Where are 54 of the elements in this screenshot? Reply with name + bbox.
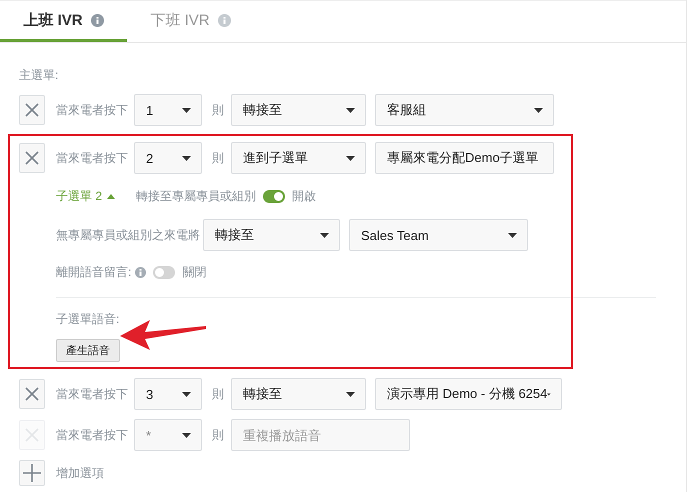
press-label: 當來電者按下: [56, 102, 129, 118]
remove-button[interactable]: [19, 95, 45, 125]
target-select[interactable]: 演示專用 Demo - 分機 6254: [375, 378, 562, 410]
press-label: 當來電者按下: [56, 386, 129, 402]
remove-button[interactable]: [19, 143, 45, 173]
close-icon: [25, 151, 39, 165]
press-label: 當來電者按下: [56, 150, 129, 166]
then-label: 則: [212, 150, 225, 166]
close-icon: [25, 103, 39, 117]
fallback-action-select[interactable]: 轉接至: [203, 219, 340, 251]
caret-icon: [182, 432, 191, 438]
add-button[interactable]: [19, 460, 45, 486]
caret-icon: [508, 232, 517, 238]
press-label: 當來電者按下: [56, 426, 129, 444]
key-select[interactable]: 2: [134, 142, 202, 174]
generate-voice-button[interactable]: 產生語音: [56, 339, 120, 362]
action-select[interactable]: 轉接至: [231, 94, 366, 126]
voicemail-label: 離開語音留言:: [56, 264, 132, 280]
info-icon: [218, 14, 231, 26]
info-icon: [90, 14, 104, 26]
route-switch[interactable]: [263, 190, 285, 202]
fallback-label: 無專屬專員或組別之來電將: [56, 226, 201, 244]
key-select[interactable]: 1: [134, 94, 202, 126]
add-option-label: 增加選項: [56, 464, 104, 482]
route-label: 轉接至專屬專員或組別: [136, 188, 256, 204]
voicemail-switch[interactable]: [153, 266, 176, 278]
route-state: 開啟: [292, 188, 316, 204]
submenu-voice-label: 子選單語音:: [56, 311, 120, 328]
voicemail-state: 關閉: [182, 264, 206, 280]
caret-icon: [182, 108, 191, 112]
then-label: 則: [212, 386, 225, 402]
caret-icon: [346, 156, 355, 160]
caret-icon: [534, 108, 543, 112]
caret-icon: [346, 392, 355, 396]
plus-icon: [23, 464, 41, 482]
close-icon: [25, 387, 39, 401]
key-select[interactable]: 3: [134, 378, 202, 410]
target-select[interactable]: 客服組: [375, 94, 554, 126]
caret-icon: [182, 392, 191, 396]
fallback-target-select[interactable]: Sales Team: [349, 219, 528, 251]
action-select[interactable]: 轉接至: [231, 378, 366, 410]
caret-icon: [320, 232, 329, 238]
action-select[interactable]: 進到子選單: [231, 142, 366, 174]
caret-icon: [107, 194, 116, 198]
info-icon: [135, 266, 146, 278]
caret-icon: [182, 156, 191, 160]
remove-button[interactable]: [19, 379, 45, 409]
main-menu-label: 主選單:: [19, 67, 60, 84]
target-field[interactable]: 專屬來電分配Demo子選單: [375, 142, 554, 174]
caret-icon: [346, 108, 355, 112]
action-field[interactable]: 重複播放語音: [231, 419, 410, 451]
tab[interactable]: 上班 IVR: [0, 1, 127, 42]
then-label: 則: [212, 102, 225, 118]
then-label: 則: [212, 426, 225, 444]
